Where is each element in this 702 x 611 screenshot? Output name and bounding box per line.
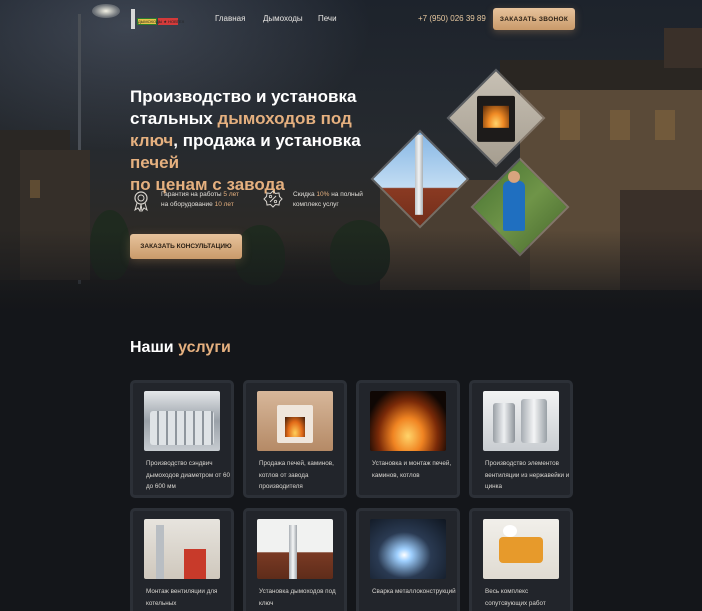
- feature-discount: Скидка 10% на полный комплекс услуг: [263, 190, 363, 214]
- window: [610, 110, 630, 140]
- feature-warranty-text: Гарантия на работы 5 лет на оборудование…: [161, 190, 239, 210]
- fire-photo: [370, 391, 446, 451]
- service-card[interactable]: Весь комплекс сопутсвующих работ: [469, 508, 573, 611]
- service-card-text: Монтаж вентиляции для котельных: [146, 588, 218, 607]
- ventilation-elements-photo: [483, 391, 559, 451]
- nav-link-chimneys[interactable]: Дымоходы: [263, 14, 303, 23]
- title-part: Производство и установка: [130, 87, 357, 106]
- title-part: , продажа и установка: [173, 131, 361, 150]
- service-card-text: Продажа печей, каминов, котлов от завода…: [259, 460, 334, 490]
- feature-text: на полный: [329, 191, 363, 198]
- fireplace-photo: [257, 391, 333, 451]
- service-card[interactable]: Производство сэндвич дымоходов диаметром…: [130, 380, 234, 498]
- service-card[interactable]: Продажа печей, каминов, котлов от завода…: [243, 380, 347, 498]
- feature-discount-text: Скидка 10% на полный комплекс услуг: [293, 190, 363, 210]
- window: [560, 110, 580, 140]
- service-card[interactable]: Сварка металлоконструкций: [356, 508, 460, 611]
- service-card[interactable]: Установка и монтаж печей, каминов, котло…: [356, 380, 460, 498]
- discount-icon: [263, 190, 283, 212]
- service-card-text: Весь комплекс сопутсвующих работ: [485, 588, 546, 607]
- logo[interactable]: ДЫМОХОДЫ ★ НОВТЕХ: [131, 9, 184, 29]
- service-card[interactable]: Монтаж вентиляции для котельных: [130, 508, 234, 611]
- services-title-text: Наши: [130, 339, 179, 356]
- window: [30, 180, 40, 198]
- feature-accent: 10%: [316, 191, 330, 198]
- nav-link-home[interactable]: Главная: [215, 14, 245, 23]
- service-card[interactable]: Установка дымоходов под ключ: [243, 508, 347, 611]
- hero-fade: [0, 230, 702, 320]
- hero-title: Производство и установка стальных дымохо…: [130, 86, 400, 196]
- feature-text: Скидка: [293, 191, 317, 198]
- order-consultation-button[interactable]: ЗАКАЗАТЬ КОНСУЛЬТАЦИЮ: [130, 234, 242, 259]
- phone-number[interactable]: +7 (950) 026 39 89: [418, 14, 486, 23]
- sandwich-pipes-photo: [144, 391, 220, 451]
- feature-accent: 5 лет: [223, 191, 240, 198]
- site-header: ДЫМОХОДЫ ★ НОВТЕХ Главная Дымоходы Печи …: [0, 0, 702, 36]
- feature-warranty: Гарантия на работы 5 лет на оборудование…: [131, 190, 239, 214]
- feature-text: комплекс услуг: [293, 201, 339, 208]
- window: [655, 110, 675, 140]
- service-card-text: Производство элементов вентиляции из нер…: [485, 460, 570, 490]
- feature-text: Гарантия на работы: [161, 191, 224, 198]
- workers-photo: [483, 519, 559, 579]
- logo-text: ДЫМОХОДЫ ★ НОВТЕХ: [138, 19, 185, 24]
- service-card-text: Установка и монтаж печей, каминов, котло…: [372, 460, 452, 479]
- feature-accent: 10 лет: [214, 201, 234, 208]
- logo-chimney-icon: [131, 9, 135, 29]
- boiler-room-photo: [144, 519, 220, 579]
- service-card[interactable]: Производство элементов вентиляции из нер…: [469, 380, 573, 498]
- services-title-accent: услуги: [178, 339, 231, 356]
- title-part: стальных: [130, 109, 218, 128]
- feature-text: на оборудование: [161, 201, 215, 208]
- title-accent: печей: [130, 153, 180, 172]
- service-card-text: Установка дымоходов под ключ: [259, 588, 336, 607]
- medal-icon: [131, 190, 151, 213]
- welding-photo: [370, 519, 446, 579]
- nav-link-stoves[interactable]: Печи: [318, 14, 337, 23]
- order-call-button[interactable]: ЗАКАЗАТЬ ЗВОНОК: [493, 8, 575, 30]
- service-card-text: Сварка металлоконструкций: [372, 588, 456, 595]
- roof-chimney-photo: [257, 519, 333, 579]
- services-title: Наши услуги: [130, 339, 231, 357]
- service-card-text: Производство сэндвич дымоходов диаметром…: [146, 460, 230, 490]
